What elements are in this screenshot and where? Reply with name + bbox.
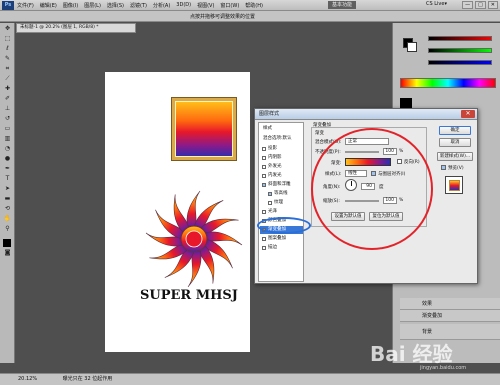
red-slider[interactable] [428,36,492,41]
zoom-tool-icon[interactable]: ⚲ [3,225,12,233]
layer-background-label: 背景 [422,329,433,335]
menu-view[interactable]: 视图(V) [197,2,214,9]
sun-logo-artwork [145,190,243,288]
ok-button[interactable]: 确定 [439,126,471,135]
3d-rotate-tool-icon[interactable]: ⟲ [3,205,12,213]
quick-select-tool-icon[interactable]: ✎ [3,55,12,63]
menu-3d[interactable]: 3D(D) [176,2,191,8]
zoom-level[interactable]: 20.12% [18,376,37,382]
style-blending-options[interactable]: 混合选项:默认 [260,135,303,143]
preview-checkbox[interactable] [441,165,446,170]
style-drop-shadow[interactable]: 投影 [260,145,303,153]
options-bar: 点按并拖移可调整效果的位置 [0,11,500,22]
menu-analysis[interactable]: 分析(A) [153,2,170,9]
green-slider[interactable] [428,48,492,53]
style-pattern-overlay[interactable]: 图案叠加 [260,235,303,243]
type-tool-icon[interactable]: T [3,175,12,183]
marquee-tool-icon[interactable]: ⬚ [3,35,12,43]
menu-image[interactable]: 图像(I) [63,2,78,9]
brush-tool-icon[interactable]: ✐ [3,95,12,103]
color-ramp[interactable] [400,78,496,88]
path-select-tool-icon[interactable]: ➤ [3,185,12,193]
options-hint: 点按并拖移可调整效果的位置 [190,13,256,20]
stamp-tool-icon[interactable]: ⊥ [3,105,12,113]
style-list-header[interactable]: 样式 [260,125,303,133]
cancel-button[interactable]: 取消 [439,138,471,147]
subgroup-title: 渐变 [315,131,324,136]
menu-bar: Ps 文件(F) 编辑(E) 图像(I) 图层(L) 选择(S) 滤镜(T) 分… [0,0,500,11]
menu-select[interactable]: 选择(S) [107,2,124,9]
workspace-button[interactable]: 基本功能 [328,1,357,9]
menu-layer[interactable]: 图层(L) [84,2,101,9]
photoshop-logo-icon: Ps [2,0,14,10]
menu-help[interactable]: 帮助(H) [245,2,263,9]
gradient-tool-icon[interactable]: ▥ [3,135,12,143]
style-contour[interactable]: 等高线 [260,190,303,198]
style-preview-thumbnail [445,176,463,194]
dialog-title: 图层样式 [255,109,477,120]
status-text: 曝光只在 32 位起作用 [62,376,113,382]
layer-gradient-label: 渐变叠加 [422,313,443,319]
shape-tool-icon[interactable]: ▬ [3,195,12,203]
dodge-tool-icon[interactable]: ● [3,155,12,163]
tools-panel: ✥ ⬚ ℓ ✎ ⌗ ⟋ ✚ ✐ ⊥ ↺ ▭ ▥ ◔ ● ✒ T ➤ ▬ ⟲ ✋ … [0,23,15,363]
move-tool-icon[interactable]: ✥ [3,25,12,33]
menu-edit[interactable]: 编辑(E) [40,2,57,9]
new-style-button[interactable]: 新建样式(W)... [437,152,473,161]
style-list: 样式 混合选项:默认 投影 内阴影 外发光 内发光 斜面和浮雕 等高线 纹理 光… [258,122,304,282]
crop-tool-icon[interactable]: ⌗ [3,65,12,73]
maximize-button[interactable]: □ [475,1,486,9]
pen-tool-icon[interactable]: ✒ [3,165,12,173]
eraser-tool-icon[interactable]: ▭ [3,125,12,133]
close-window-button[interactable]: ✕ [487,1,498,9]
preview-label: 预览(V) [448,166,464,171]
document-tab[interactable]: 未标题-1 @ 20.2% (图层 1, RGB/8) * [16,23,136,33]
dialog-actions: 确定 取消 新建样式(W)... 预览(V) [433,122,477,282]
layer-gradient-row[interactable]: 渐变叠加 [400,310,500,322]
style-inner-glow[interactable]: 内发光 [260,172,303,180]
blur-tool-icon[interactable]: ◔ [3,145,12,153]
background-swatch-icon[interactable] [407,42,417,52]
hand-tool-icon[interactable]: ✋ [3,215,12,223]
menu-filter[interactable]: 滤镜(T) [130,2,147,9]
lasso-tool-icon[interactable]: ℓ [3,45,12,53]
layer-effect-row[interactable]: 效果 [400,298,500,310]
healing-tool-icon[interactable]: ✚ [3,85,12,93]
layer-effect-label: 效果 [422,301,433,307]
logo-text: SUPER MHSJ [140,288,238,303]
style-texture[interactable]: 纹理 [260,199,303,207]
close-icon[interactable]: ✕ [461,110,475,118]
baidu-watermark: Bai 经验 [370,342,453,366]
gradient-square-artwork [172,98,236,160]
menu-file[interactable]: 文件(F) [17,2,34,9]
baidu-watermark-url: jingyan.baidu.com [420,365,467,371]
style-stroke[interactable]: 描边 [260,244,303,252]
cs-live-button[interactable]: CS Live▾ [426,1,447,7]
eyedropper-tool-icon[interactable]: ⟋ [3,75,12,83]
style-outer-glow[interactable]: 外发光 [260,163,303,171]
history-brush-tool-icon[interactable]: ↺ [3,115,12,123]
blue-annotation-oval [257,217,311,234]
status-bar: 20.12% 曝光只在 32 位起作用 [0,373,500,385]
style-satin[interactable]: 光泽 [260,208,303,216]
quick-mask-icon[interactable]: ◙ [3,249,12,257]
blue-slider[interactable] [428,60,492,65]
style-inner-shadow[interactable]: 内阴影 [260,154,303,162]
minimize-button[interactable]: — [462,1,474,9]
style-bevel-emboss[interactable]: 斜面和浮雕 [260,181,303,189]
menu-window[interactable]: 窗口(W) [220,2,239,9]
red-annotation-circle [311,128,433,250]
foreground-color-icon[interactable] [3,239,11,247]
